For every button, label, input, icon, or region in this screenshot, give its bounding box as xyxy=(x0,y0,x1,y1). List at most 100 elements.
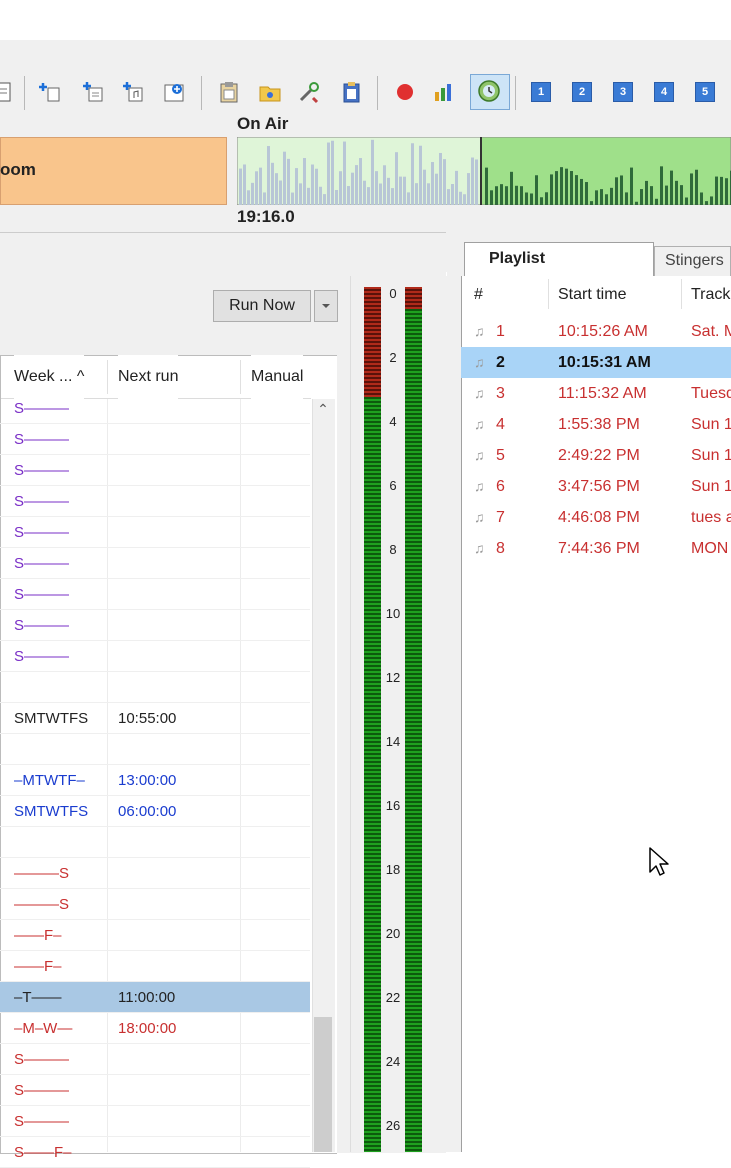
vu-scale-label: 26 xyxy=(385,1118,401,1133)
table-row[interactable]: S——— xyxy=(0,393,310,424)
waveform-bar xyxy=(525,192,528,205)
playlist-row[interactable]: ♫ 5 2:49:22 PM Sun 1 xyxy=(461,440,731,471)
waveform-bar xyxy=(685,197,688,205)
table-row[interactable]: S——— xyxy=(0,1106,310,1137)
table-row[interactable] xyxy=(0,827,310,858)
vu-scale-label: 20 xyxy=(385,926,401,941)
add-track-icon[interactable] xyxy=(38,80,62,104)
column-header-number[interactable]: # xyxy=(474,286,483,304)
table-row[interactable]: –MTWTF– 13:00:00 xyxy=(0,765,310,796)
paste-icon[interactable] xyxy=(340,80,364,104)
preset-button-1[interactable]: 1 xyxy=(531,82,551,102)
tab-playlist[interactable]: Playlist xyxy=(464,242,654,276)
table-row[interactable]: S——— xyxy=(0,1044,310,1075)
table-row[interactable]: S——— xyxy=(0,424,310,455)
waveform-bar xyxy=(540,197,543,205)
table-row[interactable]: S——— xyxy=(0,486,310,517)
start-time: 10:15:26 AM xyxy=(558,323,648,340)
playlist-row[interactable]: ♫ 3 11:15:32 AM Tuesd xyxy=(461,378,731,409)
vu-scale-label: 8 xyxy=(389,542,397,557)
clipboard-icon[interactable] xyxy=(217,80,241,104)
run-now-button[interactable]: Run Now xyxy=(213,290,311,322)
column-header-start-time[interactable]: Start time xyxy=(558,286,626,304)
table-row[interactable]: ———S xyxy=(0,889,310,920)
playlist-row-current[interactable]: ♫ 2 10:15:31 AM xyxy=(461,347,731,378)
waveform-bar xyxy=(315,168,318,205)
table-row[interactable]: S——— xyxy=(0,517,310,548)
waveform-bar xyxy=(515,185,518,205)
track-title: Sat. M xyxy=(691,323,731,340)
track-title: Sun 1 xyxy=(691,478,731,495)
scrollbar-thumb[interactable] xyxy=(314,1017,332,1152)
vu-scale-label: 0 xyxy=(389,286,397,301)
track-title: tues a xyxy=(691,509,731,526)
table-row[interactable] xyxy=(0,672,310,703)
waveform-bar xyxy=(379,183,382,205)
music-note-icon: ♫ xyxy=(474,478,485,494)
toolbar-separator xyxy=(515,76,516,110)
playlist-row[interactable]: ♫ 8 7:44:36 PM MON xyxy=(461,533,731,564)
insert-icon[interactable] xyxy=(81,80,105,104)
preset-button-4[interactable]: 4 xyxy=(654,82,674,102)
waveform-bar xyxy=(520,186,523,205)
waveform-bar xyxy=(355,165,358,205)
waveform-bar xyxy=(239,168,242,205)
waveform-bar xyxy=(287,158,290,205)
scroll-up-icon[interactable]: ⌃ xyxy=(316,402,330,416)
week-cell: –T—— xyxy=(14,989,62,1006)
table-row[interactable]: ——F– xyxy=(0,920,310,951)
waveform-bar xyxy=(605,194,608,205)
table-row[interactable]: SMTWTFS 06:00:00 xyxy=(0,796,310,827)
waveform-bar xyxy=(367,187,370,205)
folder-music-icon[interactable] xyxy=(258,80,282,104)
record-icon[interactable] xyxy=(393,80,417,104)
waveform-bar xyxy=(395,152,398,205)
playlist-row[interactable]: ♫ 7 4:46:08 PM tues a xyxy=(461,502,731,533)
waveform-bar xyxy=(555,171,558,205)
table-row[interactable]: SMTWTFS 10:55:00 xyxy=(0,703,310,734)
track-title: Sun 1 xyxy=(691,447,731,464)
tools-icon[interactable] xyxy=(297,80,321,104)
table-row[interactable]: ———S xyxy=(0,858,310,889)
preset-button-3[interactable]: 3 xyxy=(613,82,633,102)
playlist-row[interactable]: ♫ 6 3:47:56 PM Sun 1 xyxy=(461,471,731,502)
meter-icon[interactable] xyxy=(432,80,456,104)
music-note-icon: ♫ xyxy=(474,447,485,463)
add-music-icon[interactable] xyxy=(121,80,145,104)
table-row[interactable]: –M–W— 18:00:00 xyxy=(0,1013,310,1044)
waveform-bar xyxy=(275,173,278,205)
tab-stingers[interactable]: Stingers xyxy=(654,246,731,276)
on-air-label: On Air xyxy=(237,114,289,133)
table-row[interactable]: S——— xyxy=(0,548,310,579)
table-row[interactable]: S——— xyxy=(0,1075,310,1106)
run-now-dropdown[interactable] xyxy=(314,290,338,322)
table-row[interactable]: S——— xyxy=(0,610,310,641)
waveform-bar xyxy=(660,166,663,205)
waveform-bar xyxy=(271,162,274,205)
preset-button-5[interactable]: 5 xyxy=(695,82,715,102)
waveform-bar xyxy=(251,182,254,205)
playlist-row[interactable]: ♫ 4 1:55:38 PM Sun 1 xyxy=(461,409,731,440)
waveform-bar xyxy=(625,192,628,205)
column-header-track[interactable]: Track xyxy=(691,286,730,304)
playlist-row[interactable]: ♫ 1 10:15:26 AM Sat. M xyxy=(461,316,731,347)
add-file-icon[interactable] xyxy=(162,80,186,104)
document-icon[interactable] xyxy=(0,80,16,104)
waveform-display[interactable] xyxy=(237,137,731,205)
waveform-bar xyxy=(339,171,342,205)
table-row[interactable]: S——F– xyxy=(0,1137,310,1168)
waveform-bar xyxy=(435,173,438,205)
table-row[interactable]: S——— xyxy=(0,641,310,672)
waveform-bar xyxy=(725,178,728,205)
table-row-selected[interactable]: –T—— 11:00:00 xyxy=(0,982,310,1013)
table-row[interactable]: S——— xyxy=(0,455,310,486)
table-row[interactable]: S——— xyxy=(0,579,310,610)
preset-button-2[interactable]: 2 xyxy=(572,82,592,102)
track-number: 1 xyxy=(496,323,505,340)
table-row[interactable] xyxy=(0,734,310,765)
table-row[interactable]: ——F– xyxy=(0,951,310,982)
column-divider xyxy=(107,360,108,394)
vu-right-peak xyxy=(405,287,422,309)
waveform-bar xyxy=(351,172,354,205)
vu-scale-label: 4 xyxy=(389,414,397,429)
